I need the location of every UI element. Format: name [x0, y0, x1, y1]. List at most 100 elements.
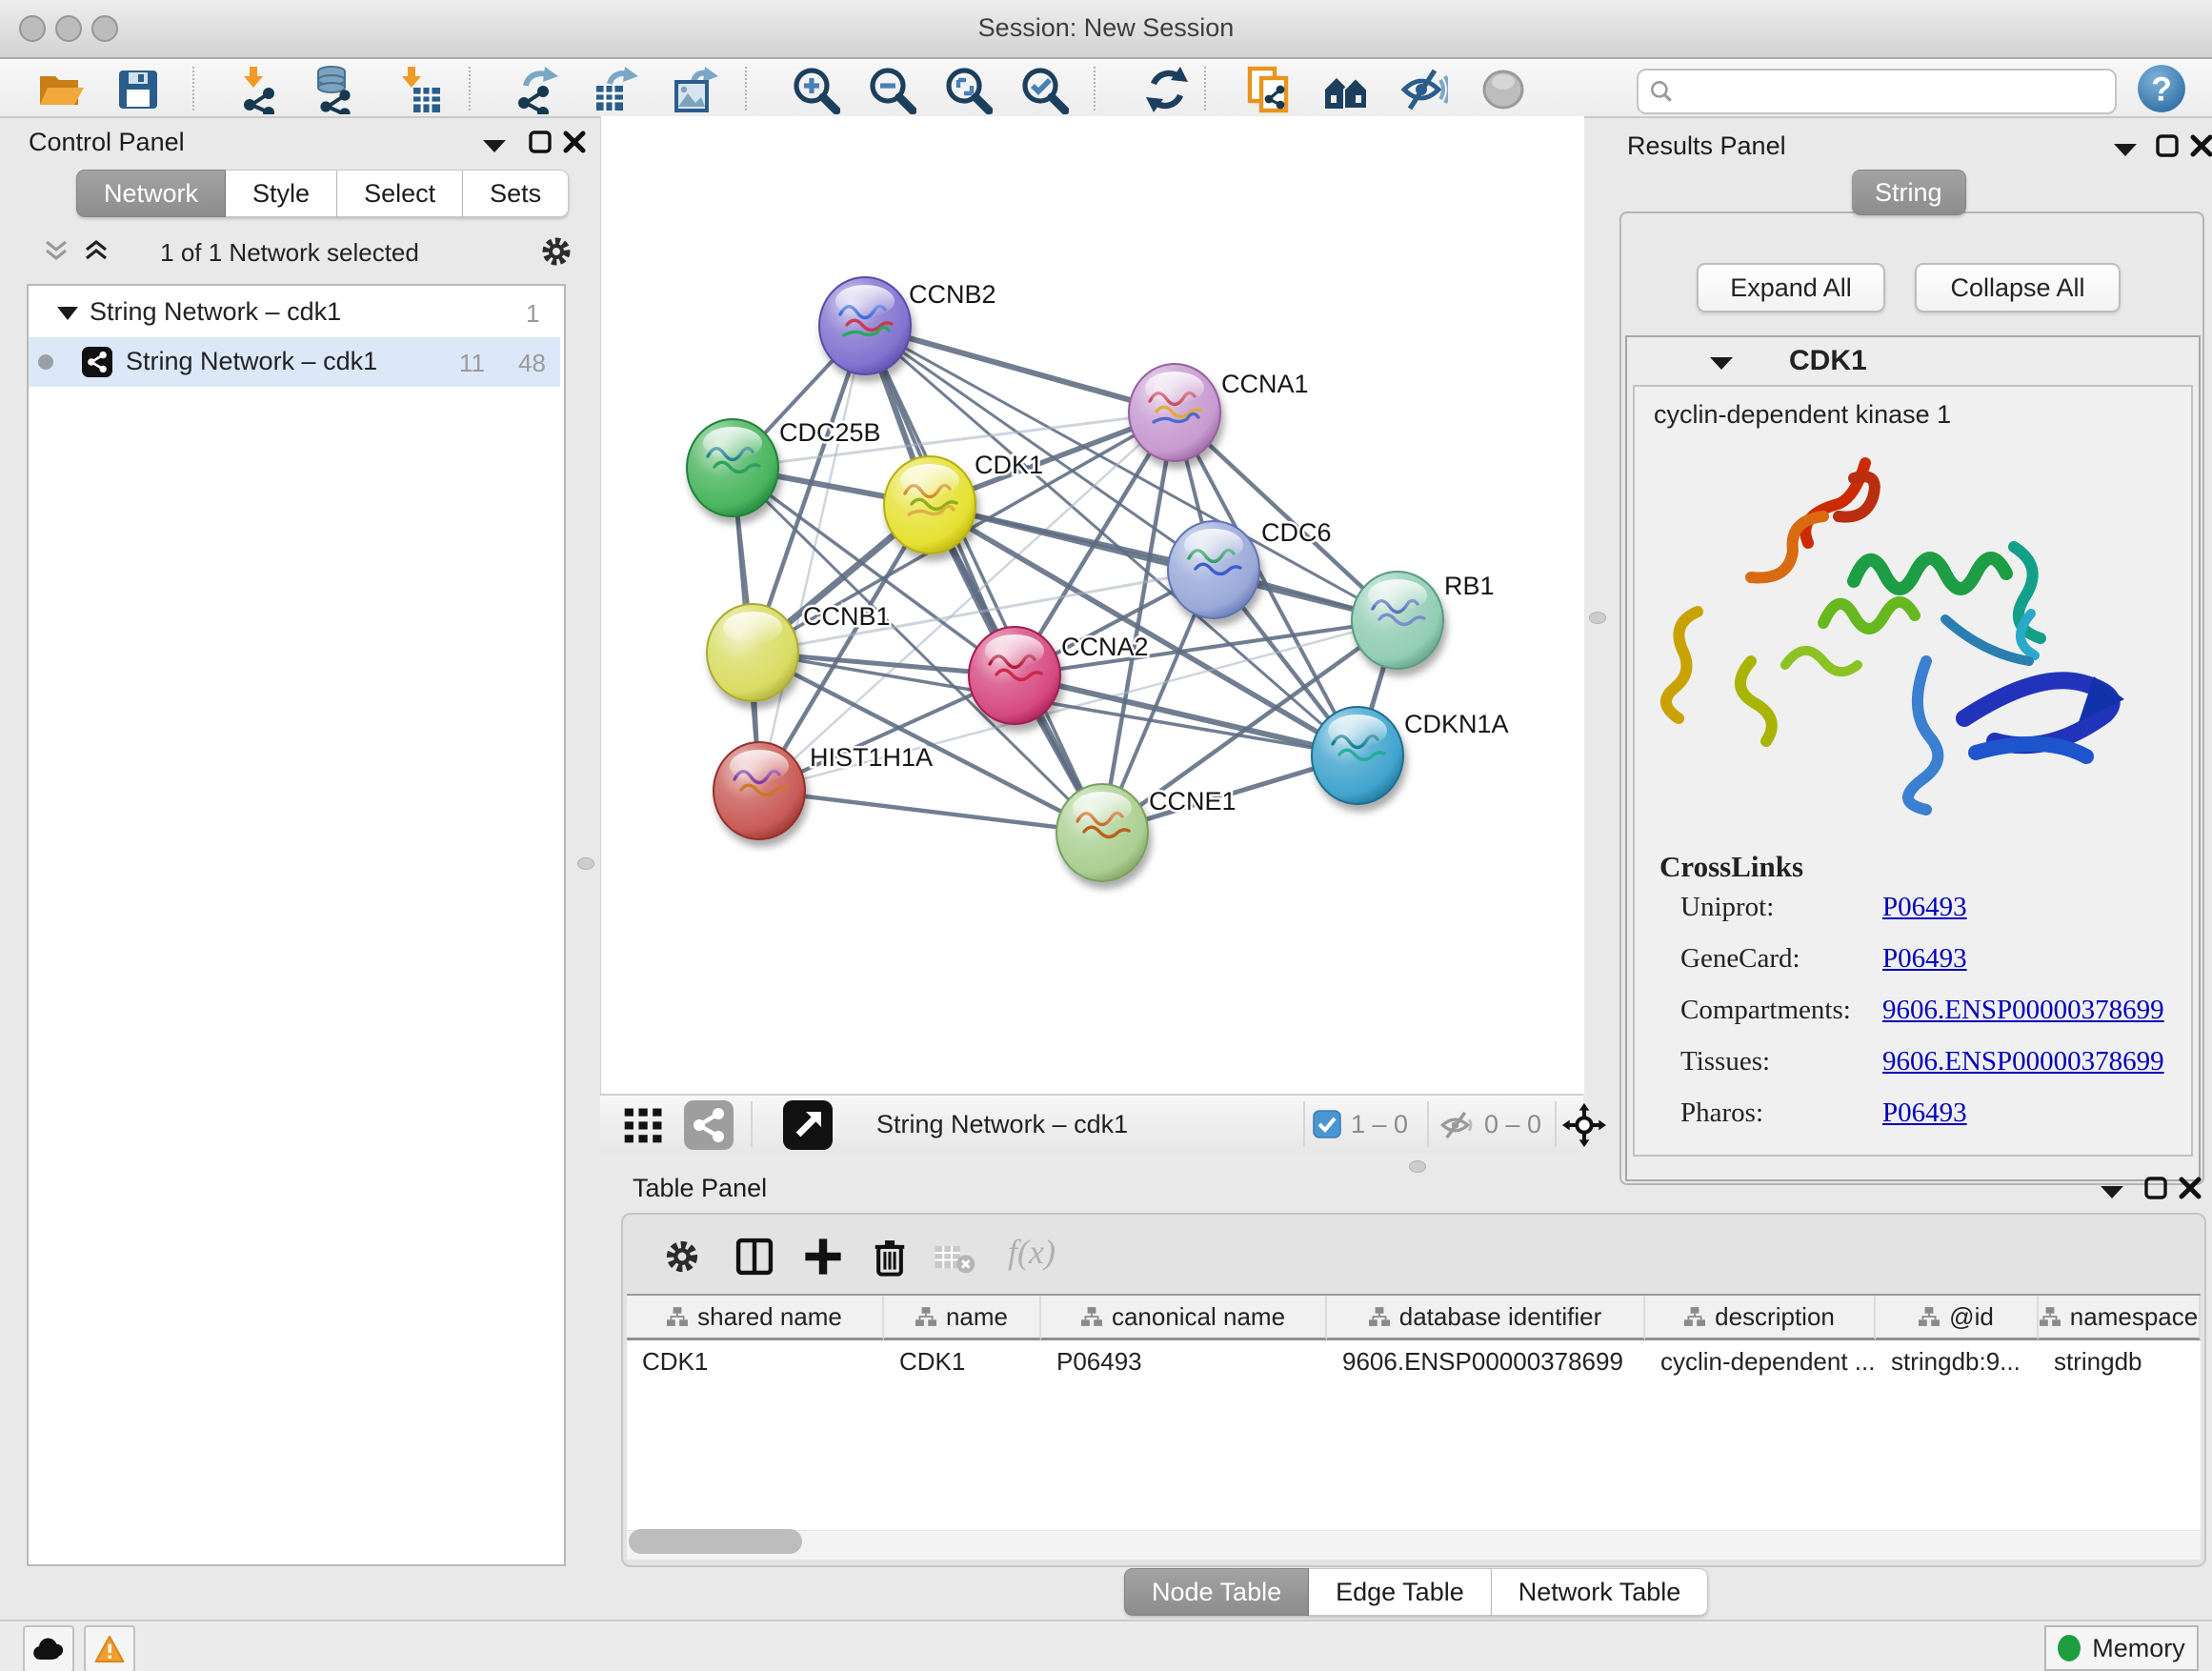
- gear-icon[interactable]: [539, 234, 573, 269]
- table-cell[interactable]: stringdb:9...: [1876, 1340, 2039, 1382]
- vertical-splitter-handle[interactable]: [1589, 612, 1606, 624]
- warning-icon[interactable]: [84, 1625, 135, 1671]
- import-network-icon[interactable]: [232, 65, 282, 114]
- column-header-description[interactable]: description: [1645, 1296, 1876, 1340]
- clone-network-icon[interactable]: [1244, 65, 1294, 114]
- network-node-cdc25b[interactable]: [687, 419, 778, 516]
- node-table[interactable]: shared namenamecanonical namedatabase id…: [627, 1294, 2201, 1530]
- table-cell[interactable]: CDK1: [884, 1340, 1041, 1382]
- network-canvas[interactable]: CCNB2CCNA1CDC25BCDK1CDC6RB1CCNB1CCNA2CDK…: [600, 116, 1584, 1094]
- split-columns-icon[interactable]: [734, 1236, 775, 1278]
- crosslink-value-link[interactable]: P06493: [1882, 943, 1967, 975]
- tab-network-table[interactable]: Network Table: [1492, 1568, 1709, 1616]
- help-icon[interactable]: ?: [2136, 63, 2185, 112]
- table-cell[interactable]: stringdb: [2039, 1340, 2201, 1382]
- import-table-icon[interactable]: [394, 65, 444, 114]
- network-graph[interactable]: CCNB2CCNA1CDC25BCDK1CDC6RB1CCNB1CCNA2CDK…: [601, 116, 1584, 1094]
- network-share-icon[interactable]: [684, 1100, 734, 1150]
- tab-node-table[interactable]: Node Table: [1124, 1568, 1309, 1616]
- gear-icon[interactable]: [663, 1238, 701, 1276]
- table-cell[interactable]: CDK1: [627, 1340, 884, 1382]
- crosslink-value-link[interactable]: 9606.ENSP00000378699: [1882, 1046, 2164, 1077]
- network-node-ccna1[interactable]: [1129, 364, 1220, 461]
- vertical-splitter-handle[interactable]: [577, 857, 594, 870]
- open-in-new-window-icon[interactable]: [783, 1100, 833, 1150]
- network-node-ccne1[interactable]: [1056, 784, 1148, 881]
- memory-button[interactable]: Memory: [2044, 1625, 2199, 1671]
- search-icon: [1648, 78, 1675, 105]
- refresh-icon[interactable]: [1142, 65, 1192, 114]
- export-image-icon[interactable]: [671, 65, 720, 114]
- tab-sets[interactable]: Sets: [463, 170, 569, 217]
- first-neighbors-icon[interactable]: [1321, 65, 1371, 114]
- fit-content-crosshair-icon[interactable]: [1562, 1103, 1606, 1147]
- zoom-selected-icon[interactable]: [1019, 65, 1069, 114]
- column-type-icon: [1081, 1307, 1102, 1326]
- network-node-ccnb2[interactable]: [819, 277, 911, 374]
- table-cell[interactable]: P06493: [1041, 1340, 1327, 1382]
- panel-float-icon[interactable]: [482, 137, 507, 154]
- network-tree-row[interactable]: String Network – cdk11148: [29, 337, 560, 387]
- column-header-database-identifier[interactable]: database identifier: [1327, 1296, 1645, 1340]
- crosslink-value-link[interactable]: 9606.ENSP00000378699: [1882, 995, 2164, 1026]
- zoom-fit-icon[interactable]: [943, 65, 993, 114]
- table-panel-body: f(x) shared namenamecanonical namedataba…: [621, 1213, 2206, 1567]
- column-header-namespace[interactable]: namespace: [2039, 1296, 2201, 1340]
- panel-float-icon[interactable]: [2100, 1183, 2124, 1200]
- panel-maximize-icon[interactable]: [2143, 1176, 2168, 1200]
- selected-checkbox-icon[interactable]: [1313, 1110, 1341, 1138]
- zoom-out-icon[interactable]: [867, 65, 916, 114]
- panel-float-icon[interactable]: [2113, 141, 2138, 158]
- network-count: 1: [526, 299, 539, 329]
- crosslink-value-link[interactable]: P06493: [1882, 1097, 1967, 1129]
- column-header-shared-name[interactable]: shared name: [627, 1296, 884, 1340]
- tab-network[interactable]: Network: [76, 170, 226, 217]
- column-type-icon: [915, 1307, 936, 1326]
- expand-all-button[interactable]: Expand All: [1697, 263, 1885, 312]
- network-node-cdc6[interactable]: [1168, 521, 1259, 618]
- panel-maximize-icon[interactable]: [2155, 133, 2180, 158]
- network-node-ccnb1[interactable]: [707, 604, 798, 701]
- tab-edge-table[interactable]: Edge Table: [1309, 1568, 1492, 1616]
- network-node-cdk1[interactable]: [884, 456, 975, 554]
- add-column-icon[interactable]: [802, 1236, 844, 1278]
- cloud-icon[interactable]: [23, 1625, 74, 1671]
- delete-column-icon[interactable]: [869, 1236, 911, 1278]
- toolbar-separator: [469, 67, 471, 111]
- network-edge[interactable]: [759, 326, 865, 791]
- search-input[interactable]: [1637, 69, 2117, 114]
- collapse-all-button[interactable]: Collapse All: [1915, 263, 2121, 312]
- panel-close-icon[interactable]: [562, 130, 587, 154]
- column-header-name[interactable]: name: [884, 1296, 1041, 1340]
- panel-close-icon[interactable]: [2178, 1176, 2202, 1200]
- table-cell[interactable]: cyclin-dependent ...: [1645, 1340, 1876, 1382]
- save-session-icon[interactable]: [113, 65, 163, 114]
- hide-selected-icon[interactable]: [1398, 65, 1448, 114]
- column-header--id[interactable]: @id: [1876, 1296, 2039, 1340]
- grid-view-icon[interactable]: [621, 1103, 667, 1149]
- network-edge[interactable]: [759, 791, 1102, 833]
- tab-select[interactable]: Select: [337, 170, 463, 217]
- network-tree-row[interactable]: String Network – cdk11: [29, 288, 560, 337]
- open-session-icon[interactable]: [34, 65, 84, 114]
- tab-string[interactable]: String: [1852, 170, 1966, 215]
- scrollbar-thumb[interactable]: [629, 1529, 802, 1554]
- column-header-canonical-name[interactable]: canonical name: [1041, 1296, 1327, 1340]
- network-node-ccna2[interactable]: [969, 627, 1060, 724]
- collapse-gene-icon[interactable]: [1709, 354, 1734, 372]
- table-horizontal-scrollbar[interactable]: [627, 1531, 2201, 1560]
- panel-maximize-icon[interactable]: [528, 130, 553, 154]
- zoom-in-icon[interactable]: [791, 65, 840, 114]
- expand-triangle-icon[interactable]: [57, 307, 78, 320]
- panel-close-icon[interactable]: [2189, 133, 2212, 158]
- network-node-cdkn1a[interactable]: [1312, 707, 1403, 804]
- tab-style[interactable]: Style: [226, 170, 337, 217]
- export-network-icon[interactable]: [511, 65, 560, 114]
- crosslink-value-link[interactable]: P06493: [1882, 892, 1967, 923]
- import-network-database-icon[interactable]: [309, 65, 358, 114]
- network-node-rb1[interactable]: [1352, 572, 1443, 669]
- network-node-hist1h1a[interactable]: [714, 742, 805, 839]
- export-table-icon[interactable]: [591, 65, 640, 114]
- network-edge[interactable]: [865, 326, 1175, 413]
- table-cell[interactable]: 9606.ENSP00000378699: [1327, 1340, 1645, 1382]
